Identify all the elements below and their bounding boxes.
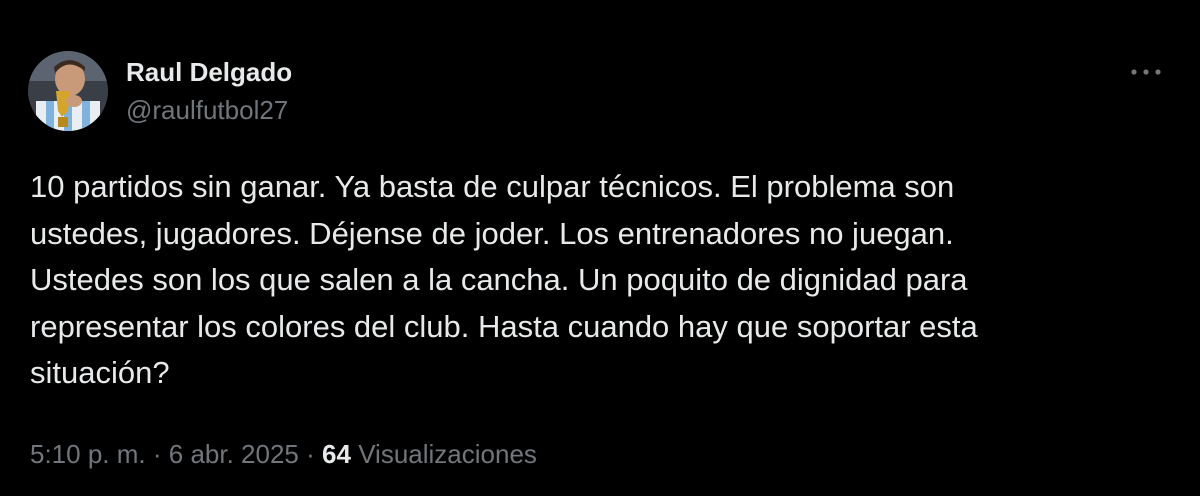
author-handle[interactable]: @raulfutbol27 xyxy=(126,94,288,126)
tweet-date[interactable]: 6 abr. 2025 xyxy=(169,439,299,469)
author-avatar[interactable] xyxy=(28,51,108,131)
views-count[interactable]: 64 xyxy=(322,439,351,469)
tweet-text-line: 10 partidos sin ganar. Ya basta de culpa… xyxy=(30,169,955,204)
avatar-photo-icon xyxy=(28,51,108,131)
tweet-card: Raul Delgado @raulfutbol27 10 partidos s… xyxy=(0,0,1200,496)
author-name[interactable]: Raul Delgado xyxy=(126,56,292,88)
meta-separator: · xyxy=(306,439,315,469)
more-options-button[interactable] xyxy=(1124,54,1168,90)
tweet-time[interactable]: 5:10 p. m. xyxy=(30,439,146,469)
tweet-text-line: representar los colores del club. Hasta … xyxy=(30,308,978,344)
more-horizontal-icon xyxy=(1131,69,1161,75)
tweet-text-line: ustedes, jugadores. Déjense de joder. Lo… xyxy=(30,215,954,251)
tweet-meta: 5:10 p. m. · 6 abr. 2025 · 64 Visualizac… xyxy=(30,434,537,474)
tweet-text: 10 partidos sin ganar. Ya basta de culpa… xyxy=(30,164,1150,397)
views-label[interactable]: Visualizaciones xyxy=(358,439,537,469)
meta-separator: · xyxy=(152,439,162,469)
tweet-text-line: Ustedes son los que salen a la cancha. U… xyxy=(30,262,968,297)
tweet-text-line: situación? xyxy=(30,355,170,390)
